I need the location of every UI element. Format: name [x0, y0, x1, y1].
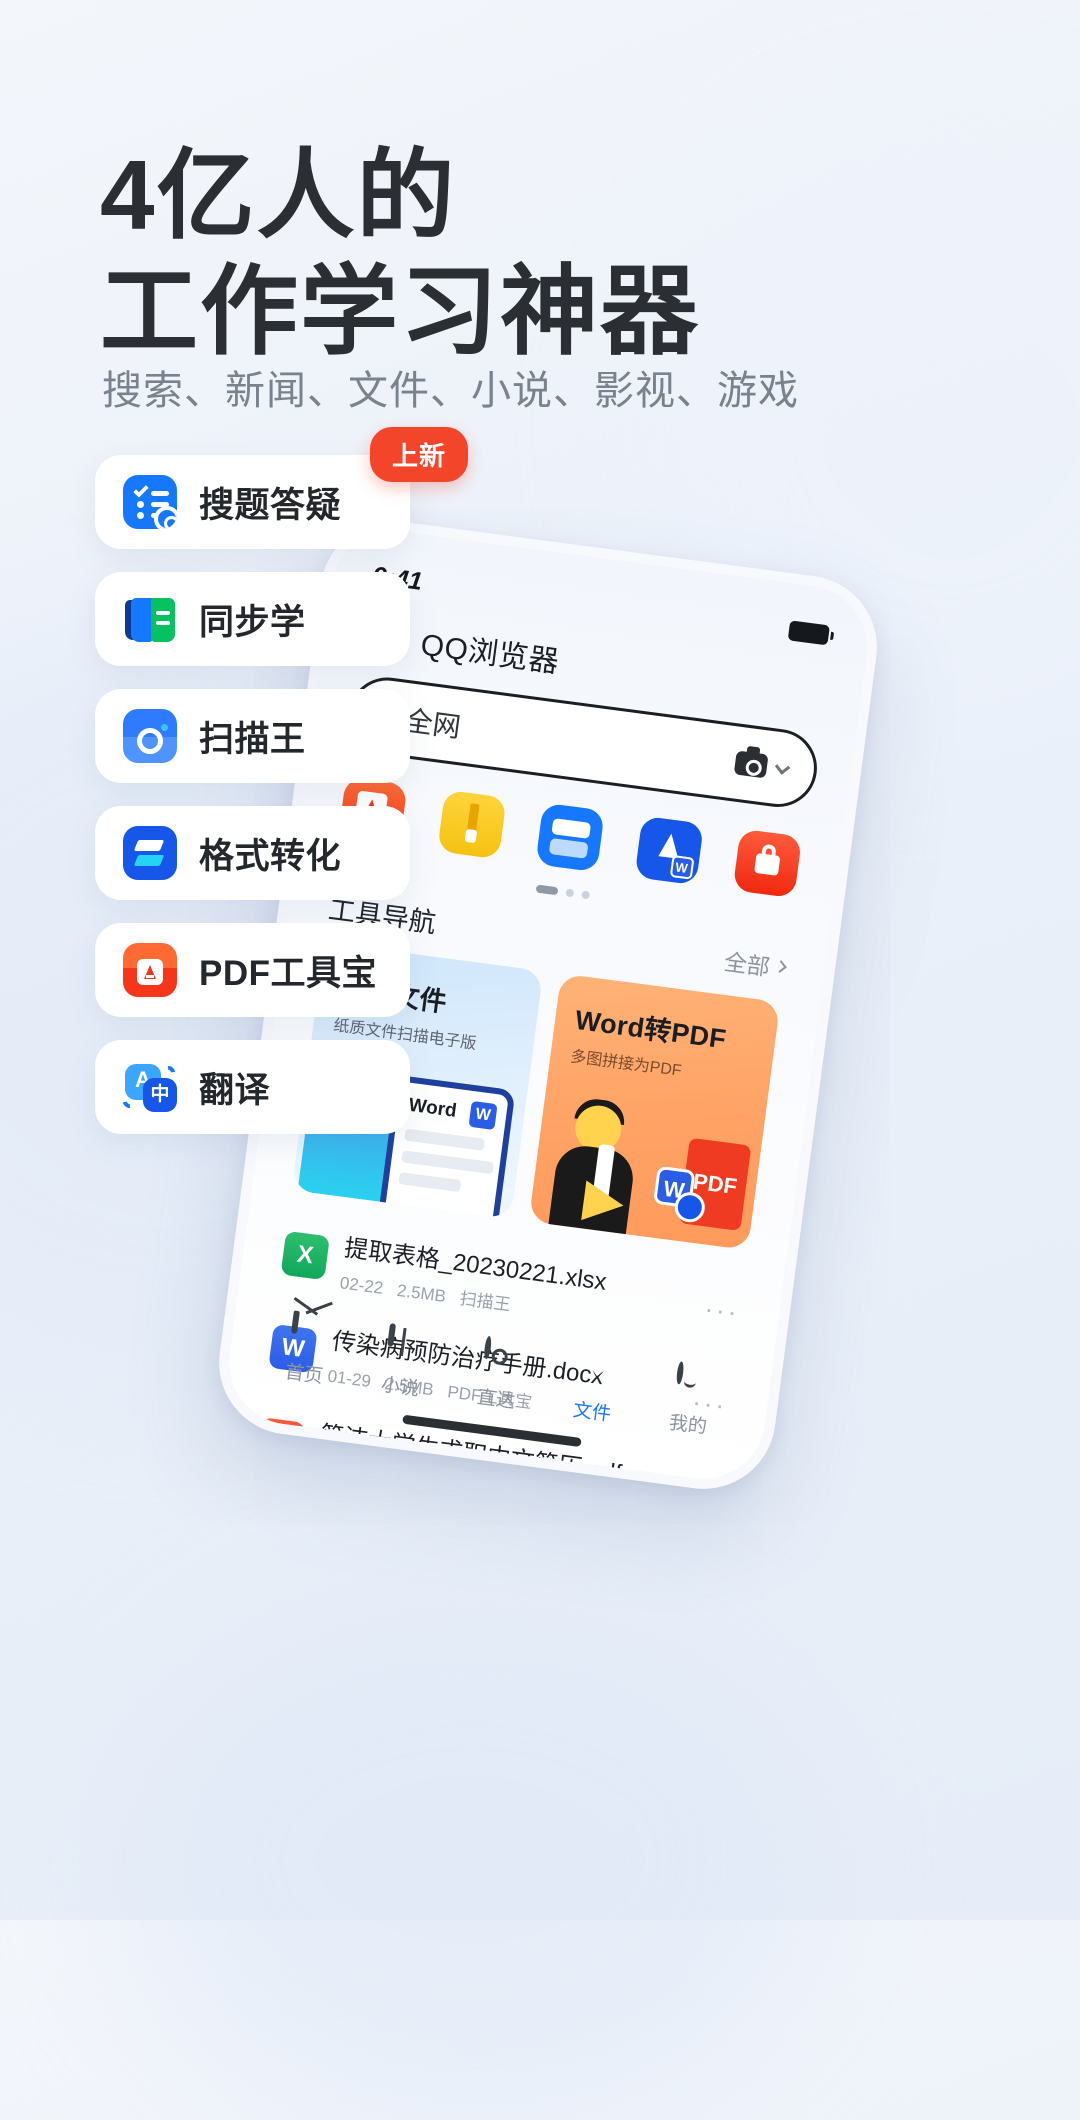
feature-card-quiz[interactable]: 搜题答疑 上新: [95, 427, 468, 549]
feature-label: 格式转化: [199, 836, 342, 876]
tab-novel[interactable]: 小说: [354, 1323, 452, 1405]
feature-label: 同步学: [199, 602, 306, 642]
file-size: 2.5MB: [371, 1467, 423, 1487]
pager-dot[interactable]: [565, 888, 575, 898]
feature-card-pdf-toolbox[interactable]: PDF工具宝: [95, 923, 410, 1017]
xlsx-icon: X: [280, 1230, 330, 1281]
feature-label: 扫描王: [199, 719, 306, 759]
tab-direct[interactable]: 直达: [450, 1335, 548, 1417]
camera-scan-icon: [123, 709, 177, 763]
file-date: 01-25: [314, 1459, 360, 1485]
page-subtitle: 搜索、新闻、文件、小说、影视、游戏: [102, 369, 799, 413]
profile-icon: [673, 1361, 713, 1404]
more-options-icon[interactable]: ···: [703, 1293, 742, 1328]
pdf-icon: [256, 1417, 306, 1467]
tool-card-word-to-pdf[interactable]: Word转PDF 多图拼接为PDF PDF W: [528, 973, 781, 1251]
feature-card-sync[interactable]: 同步学: [95, 572, 410, 666]
target-icon: [481, 1335, 521, 1379]
book-sync-icon: [123, 592, 177, 646]
window-app-icon[interactable]: [535, 802, 605, 873]
chevron-right-icon: [774, 960, 787, 973]
pager-dot[interactable]: [581, 890, 591, 900]
feature-card-format-convert[interactable]: 格式转化: [95, 806, 410, 900]
status-badge-new: 上新: [369, 427, 468, 482]
tab-label: 直达: [475, 1387, 517, 1413]
page-title: 4亿人的 工作学习神器: [100, 138, 700, 369]
pdf-toolbox-icon: [123, 943, 177, 997]
chevron-down-icon[interactable]: [774, 758, 791, 775]
headline-line-2: 工作学习神器: [100, 255, 701, 366]
file-size: 2.5MB: [395, 1280, 448, 1307]
quiz-search-icon: [123, 475, 177, 529]
feature-card-translate[interactable]: A中 翻译: [95, 1040, 410, 1134]
tab-files[interactable]: 文件: [546, 1348, 644, 1430]
book-icon: [385, 1323, 425, 1366]
tab-label: 小说: [379, 1374, 421, 1401]
pdf-to-word-app-icon[interactable]: W: [633, 815, 704, 886]
background-blob-bottom: [120, 1600, 820, 2120]
tab-profile[interactable]: 我的: [642, 1360, 740, 1442]
word-pdf-art-arrow: [581, 1180, 627, 1226]
tab-label: 我的: [667, 1412, 709, 1439]
translate-icon: A中: [123, 1060, 177, 1114]
tools-view-all-button[interactable]: 全部: [722, 942, 787, 984]
tab-home[interactable]: 首页: [258, 1310, 356, 1392]
lock-app-icon[interactable]: [732, 828, 803, 899]
search-actions: [733, 750, 791, 781]
feature-card-scan[interactable]: 扫描王: [95, 689, 410, 783]
headline-line-1: 4亿人的: [100, 140, 457, 250]
feature-label: 搜题答疑: [199, 485, 342, 525]
file-source: 文库: [434, 1475, 470, 1486]
battery-icon: [787, 620, 830, 646]
home-icon: [289, 1310, 329, 1353]
tab-label: 文件: [571, 1399, 613, 1426]
zip-app-icon[interactable]: [436, 789, 507, 860]
camera-icon[interactable]: [733, 750, 769, 779]
file-date: 02-22: [338, 1273, 385, 1298]
format-convert-icon: [123, 826, 177, 880]
tab-label: 首页: [283, 1361, 325, 1388]
app-name: QQ浏览器: [418, 628, 562, 680]
file-icon: [577, 1351, 617, 1391]
feature-list: 搜题答疑 上新 同步学 扫描王 格式转化 PDF工具宝 A中 翻译: [95, 427, 468, 1157]
feature-label: PDF工具宝: [199, 953, 378, 993]
tools-view-all-label: 全部: [722, 948, 772, 981]
more-options-icon[interactable]: ···: [678, 1479, 717, 1486]
feature-label: 翻译: [199, 1070, 271, 1110]
file-source: 扫描王: [458, 1289, 512, 1315]
